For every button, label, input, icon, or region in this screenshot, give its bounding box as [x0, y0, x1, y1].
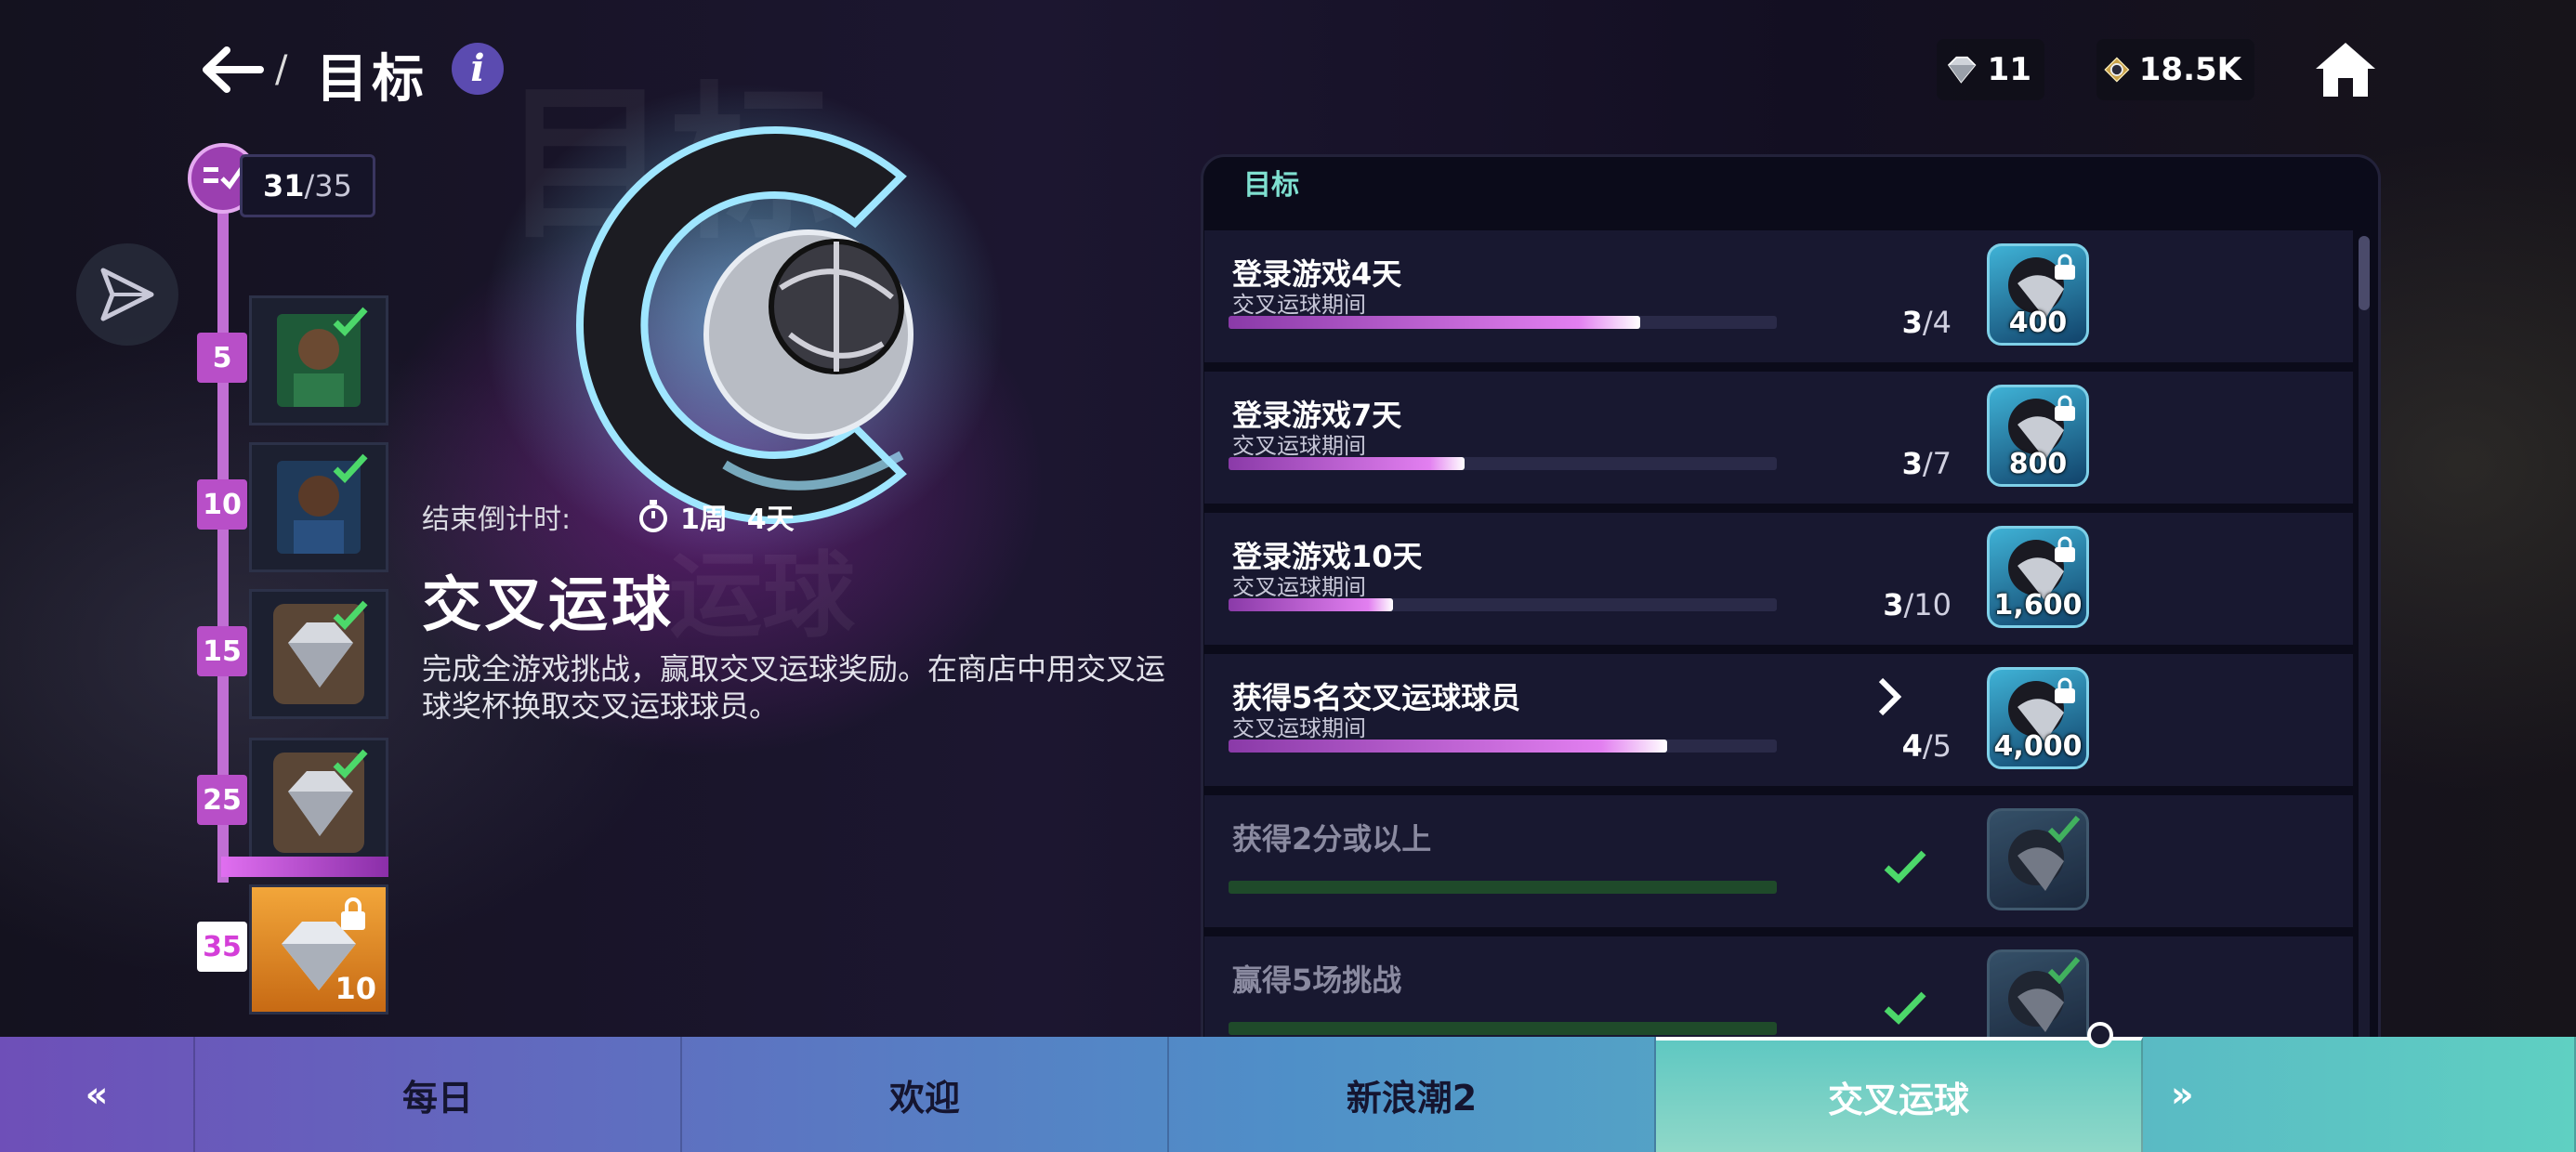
goal-reward-amount: 4,000 [1993, 730, 2083, 763]
goals-panel-title: 目标 [1243, 169, 1299, 202]
countdown-label: 结束倒计时: [422, 504, 572, 536]
countdown-value: 1周 4天 [680, 504, 795, 536]
milestone-marker-5: 5 [197, 333, 247, 383]
goal-progress-text: 3/7 [1901, 446, 1952, 481]
milestone-marker-10: 10 [197, 479, 247, 530]
home-icon [2316, 43, 2375, 97]
goal-period: 交叉运球期间 [1232, 292, 1366, 318]
chevron-right-icon[interactable] [1875, 676, 1903, 717]
trophy-token-icon [2104, 57, 2130, 83]
active-tab-indicator [2087, 1022, 2113, 1048]
goal-progress-bar [1229, 881, 1777, 894]
goal-reward-amount: 400 [2008, 307, 2068, 339]
claimed-check-icon [2047, 816, 2081, 843]
gem-counter[interactable]: 11 [1937, 39, 2044, 100]
gem-count: 11 [1987, 51, 2031, 88]
goal-row[interactable]: 登录游戏10天 交叉运球期间 3/10 1,600 [1204, 513, 2353, 645]
goals-scroll-thumb[interactable] [2359, 236, 2370, 310]
goal-row[interactable]: 登录游戏4天 交叉运球期间 3/4 400 [1204, 230, 2353, 362]
goal-period: 交叉运球期间 [1232, 715, 1366, 741]
lock-icon [2055, 677, 2075, 703]
milestone-reward-5[interactable] [249, 295, 388, 425]
goal-progress-text: 4/5 [1901, 728, 1952, 764]
goal-row[interactable]: 获得5名交叉运球球员 交叉运球期间 4/5 4,000 [1204, 654, 2353, 786]
lock-icon [2055, 395, 2075, 421]
breadcrumb-separator: / [275, 48, 288, 91]
lock-icon [2055, 536, 2075, 562]
share-button[interactable] [76, 243, 178, 346]
goal-progress-bar [1229, 457, 1777, 470]
token-counter[interactable]: 18.5K [2096, 39, 2254, 100]
goal-reward-badge[interactable]: 800 [1987, 385, 2089, 487]
lock-icon [2055, 254, 2075, 280]
claimed-check-icon [333, 600, 368, 631]
goal-progress-bar [1229, 1022, 1777, 1035]
milestone-marker-25: 25 [197, 775, 247, 825]
goal-reward-badge[interactable]: 1,600 [1987, 526, 2089, 628]
tab-scroll-left[interactable]: « [0, 1037, 195, 1152]
goal-row[interactable]: 登录游戏7天 交叉运球期间 3/7 800 [1204, 372, 2353, 504]
claimed-check-icon [333, 749, 368, 779]
goal-reward-badge[interactable]: 4,000 [1987, 667, 2089, 769]
send-icon [100, 268, 154, 321]
goals-scrollbar[interactable] [2359, 236, 2370, 1044]
milestone-reward-25[interactable] [249, 738, 388, 868]
tab-crossover[interactable]: 交叉运球 [1656, 1037, 2143, 1152]
event-title: 交叉运球 [422, 571, 675, 640]
current-progress-marker [221, 857, 388, 877]
goal-period: 交叉运球期间 [1232, 574, 1366, 600]
claimed-check-icon [333, 307, 368, 337]
event-description: 完成全游戏挑战，赢取交叉运球奖励。在商店中用交叉运球奖杯换取交叉运球球员。 [422, 651, 1166, 724]
reward-amount: 10 [335, 971, 376, 1006]
home-button[interactable] [2308, 37, 2383, 102]
goal-progress-bar [1229, 598, 1777, 611]
goal-reward-amount: 800 [2008, 448, 2068, 480]
event-tab-bar: « 每日 欢迎 新浪潮2 交叉运球 » [0, 1037, 2576, 1152]
claimed-check-icon [2047, 957, 2081, 984]
milestone-reward-35[interactable]: 10 [249, 884, 388, 1015]
milestone-reward-10[interactable] [249, 442, 388, 572]
progress-total: /35 [304, 168, 353, 203]
goal-name: 赢得5场挑战 [1232, 962, 1402, 998]
milestone-marker-35: 35 [197, 922, 247, 972]
goal-progress-text: 3/4 [1901, 305, 1952, 340]
back-button[interactable] [195, 37, 269, 102]
goal-progress-bar [1229, 316, 1777, 329]
completed-check-icon [1884, 991, 1926, 1025]
diamond-icon [1947, 56, 1977, 84]
goal-period: 交叉运球期间 [1232, 433, 1366, 459]
goal-reward-badge [1987, 808, 2089, 910]
goal-progress-bar [1229, 740, 1777, 753]
back-arrow-icon [203, 46, 264, 93]
goal-reward-amount: 1,600 [1993, 589, 2083, 622]
progress-counter: 31 /35 [240, 154, 375, 217]
page-title: 目标 [316, 49, 427, 110]
tab-daily[interactable]: 每日 [195, 1037, 682, 1152]
goal-name: 获得2分或以上 [1232, 821, 1432, 857]
goal-reward-badge[interactable]: 400 [1987, 243, 2089, 346]
claimed-check-icon [333, 453, 368, 484]
stopwatch-icon [639, 500, 667, 532]
token-count: 18.5K [2138, 51, 2241, 88]
progress-current: 31 [262, 168, 305, 203]
completed-check-icon [1884, 850, 1926, 884]
tab-welcome[interactable]: 欢迎 [682, 1037, 1169, 1152]
milestone-reward-15[interactable] [249, 589, 388, 719]
lock-icon [341, 897, 365, 930]
milestone-marker-15: 15 [197, 626, 247, 676]
tab-scroll-right[interactable]: » [2143, 1037, 2576, 1152]
goal-progress-text: 3/10 [1883, 587, 1952, 622]
countdown-timer: 1周 4天 [637, 496, 795, 537]
goal-row-completed[interactable]: 获得2分或以上 [1204, 795, 2353, 927]
tab-new-wave-2[interactable]: 新浪潮2 [1169, 1037, 1656, 1152]
